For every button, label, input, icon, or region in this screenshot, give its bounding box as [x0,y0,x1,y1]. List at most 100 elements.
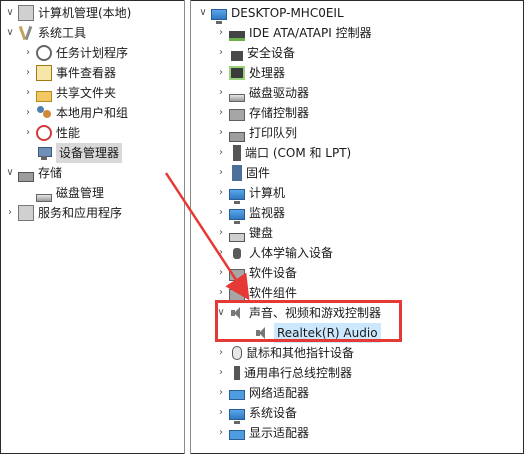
network-adapter-icon [229,390,245,400]
device-category[interactable]: › 显示适配器 [215,423,309,443]
console-tree: ∨ 计算机管理(本地) ∨ 系统工具 › 任务计划程序 › 事件查看器 › 共享… [0,0,184,454]
chevron-right-icon[interactable]: › [215,383,227,403]
chevron-right-icon[interactable]: › [22,103,34,123]
tree-item-label: 设备管理器 [56,143,123,163]
tree-item-event-viewer[interactable]: › 事件查看器 [22,63,116,83]
device-category[interactable]: › 系统设备 [215,403,297,424]
tree-item-system-tools[interactable]: ∨ 系统工具 [4,23,86,43]
performance-icon [36,125,52,141]
device-category[interactable]: › 监视器 [215,203,286,224]
processor-icon [229,66,245,80]
desktop-computer-icon [211,8,227,24]
tree-item-performance[interactable]: › 性能 [22,123,80,143]
tree-item-services-apps[interactable]: › 服务和应用程序 [4,203,122,223]
disk-management-icon [36,194,52,202]
ide-controller-icon [229,31,245,41]
chevron-right-icon[interactable]: › [215,43,227,63]
tree-item-task-scheduler[interactable]: › 任务计划程序 [22,43,128,63]
device-category-label: 安全设备 [247,46,296,60]
chevron-right-icon[interactable]: › [215,63,227,83]
device-category[interactable]: › 打印队列 [215,123,297,143]
chevron-right-icon[interactable]: › [22,63,34,83]
device-category[interactable]: › 处理器 [215,63,285,83]
device-category[interactable]: › 安全设备 [215,43,295,63]
device-manager-icon [36,145,52,161]
chevron-down-icon[interactable]: ∨ [197,3,209,23]
device-category-label: 人体学输入设备 [249,246,334,260]
tree-item-computer-management[interactable]: ∨ 计算机管理(本地) [4,3,131,23]
chevron-right-icon[interactable]: › [22,83,34,103]
chevron-right-icon[interactable]: › [215,123,227,143]
chevron-right-icon[interactable]: › [215,183,227,203]
chevron-right-icon[interactable]: › [215,343,227,363]
chevron-right-icon[interactable]: › [215,223,227,243]
device-category-label: 通用串行总线控制器 [244,366,353,380]
tree-item-label: 服务和应用程序 [38,206,123,220]
chevron-right-icon[interactable]: › [215,103,227,123]
device-category-label: 打印队列 [249,126,298,140]
device-category-label: 磁盘驱动器 [249,86,310,100]
chevron-right-icon[interactable]: › [22,123,34,143]
tree-item-disk-management[interactable]: 磁盘管理 [36,183,104,203]
computer-name: DESKTOP-MHC0EIL [231,6,344,20]
device-category-label: 监视器 [249,206,286,220]
pane-splitter[interactable] [184,0,191,454]
device-tree: ∨ DESKTOP-MHC0EIL › IDE ATA/ATAPI 控制器 › … [191,0,522,454]
chevron-right-icon[interactable]: › [215,243,227,263]
device-category[interactable]: › 人体学输入设备 [215,243,333,263]
tree-item-device-manager[interactable]: 设备管理器 [36,143,123,163]
chevron-right-icon[interactable]: › [215,23,227,43]
monitor-icon [229,208,245,224]
device-category-label: IDE ATA/ATAPI 控制器 [249,26,372,40]
storage-controller-icon [229,109,245,121]
device-category[interactable]: › 计算机 [215,183,285,204]
device-category[interactable]: › 端口 (COM 和 LPT) [215,143,351,163]
device-category[interactable]: › 通用串行总线控制器 [215,363,352,383]
chevron-right-icon[interactable]: › [215,423,227,443]
disk-drive-icon [229,94,245,102]
tree-item-shared-folders[interactable]: › 共享文件夹 [22,83,116,103]
tree-item-label: 本地用户和组 [56,106,129,120]
chevron-down-icon[interactable]: ∨ [4,163,16,183]
mouse-icon [232,346,242,360]
chevron-right-icon[interactable]: › [215,83,227,103]
device-category[interactable]: › 磁盘驱动器 [215,83,309,103]
shared-folder-icon [36,90,52,102]
chevron-right-icon[interactable]: › [215,363,227,383]
device-category[interactable]: › 软件设备 [215,263,297,283]
device-category[interactable]: › 固件 [215,163,270,183]
device-category-label: 网络适配器 [249,386,310,400]
tree-item-computer[interactable]: ∨ DESKTOP-MHC0EIL [197,3,344,24]
device-category[interactable]: › IDE ATA/ATAPI 控制器 [215,23,372,43]
chevron-right-icon[interactable]: › [215,403,227,423]
keyboard-icon [229,232,245,242]
chevron-right-icon[interactable]: › [22,43,34,63]
chevron-down-icon[interactable]: ∨ [4,23,16,43]
device-category[interactable]: › 网络适配器 [215,383,309,403]
firmware-icon [232,165,242,181]
chevron-right-icon[interactable]: › [215,203,227,223]
tree-item-label: 系统工具 [38,26,87,40]
port-icon [233,145,241,161]
tree-item-local-users[interactable]: › 本地用户和组 [22,103,128,123]
chevron-right-icon[interactable]: › [215,163,227,183]
device-category-label: 存储控制器 [249,106,310,120]
chevron-right-icon[interactable]: › [215,143,227,163]
tree-item-label: 磁盘管理 [56,186,105,200]
device-category[interactable]: › 键盘 [215,223,273,243]
users-icon [36,105,52,121]
tree-item-label: 存储 [38,166,63,180]
system-tools-icon [18,25,34,41]
chevron-down-icon[interactable]: ∨ [4,3,16,23]
highlight-box [215,300,402,342]
tree-item-label: 事件查看器 [56,66,117,80]
tree-item-storage[interactable]: ∨ 存储 [4,163,62,183]
chevron-right-icon[interactable]: › [215,263,227,283]
device-category[interactable]: › 存储控制器 [215,103,309,123]
display-adapter-icon [229,430,245,440]
chevron-right-icon[interactable]: › [4,203,16,223]
computer-management-icon [18,5,34,21]
device-category[interactable]: › 鼠标和其他指针设备 [215,343,354,363]
storage-icon [18,172,34,182]
device-category-label: 固件 [246,166,271,180]
